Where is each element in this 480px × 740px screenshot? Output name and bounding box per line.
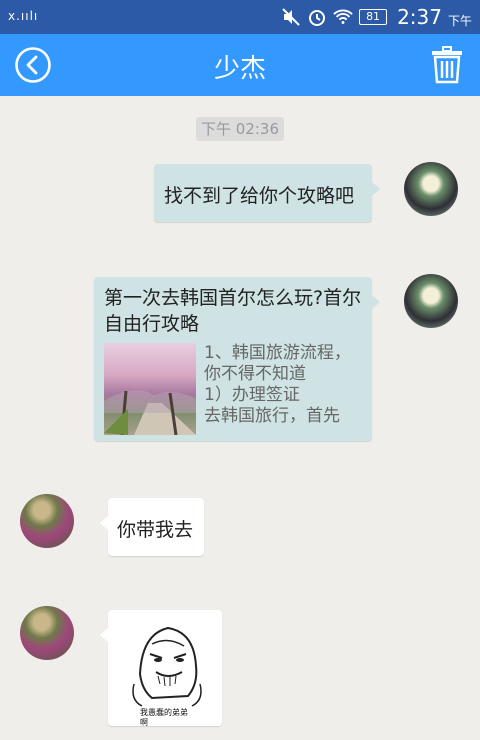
sticker-bubble[interactable]: 我愚蠢的弟弟 啊 [100,610,222,727]
avatar[interactable] [20,494,74,548]
signal-indicator: x.ıılı [8,9,39,23]
alarm-icon [307,7,327,27]
status-icons: 81 2:37 下午 [281,4,472,30]
wifi-icon [333,7,353,27]
clock-ampm: 下午 [447,13,472,28]
link-title: 第一次去韩国首尔怎么玩?首尔自由行攻略 [104,287,362,335]
link-thumbnail [104,343,196,436]
page-title: 少杰 [213,54,266,84]
status-bar: x.ıılı 81 2:37 下午 [0,0,480,34]
clock-time: 2:37 [397,5,442,29]
message-text: 找不到了给你个攻略吧 [164,185,355,207]
avatar[interactable] [404,274,458,328]
sticker-image: 我愚蠢的弟弟 啊 [112,614,220,727]
title-bar: 少杰 [0,34,480,96]
message-text: 你带我去 [117,519,194,541]
mute-icon [281,7,301,27]
trash-icon [432,46,462,84]
avatar[interactable] [20,606,74,660]
battery-indicator: 81 [359,9,388,25]
delete-button[interactable] [432,46,462,84]
message-timestamp: 下午 02:36 [196,117,284,141]
avatar[interactable] [404,162,458,216]
sticker-caption: 我愚蠢的弟弟 啊 [140,708,188,727]
link-card[interactable]: 第一次去韩国首尔怎么玩?首尔自由行攻略 1、韩国旅游流程， 你不得不知道 1）办… [94,277,380,441]
link-description: 1、韩国旅游流程， 你不得不知道 1）办理签证 去韩国旅行，首先 [204,343,351,426]
message-bubble[interactable]: 你带我去 [100,498,204,556]
message-bubble[interactable]: 找不到了给你个攻略吧 [154,164,380,222]
